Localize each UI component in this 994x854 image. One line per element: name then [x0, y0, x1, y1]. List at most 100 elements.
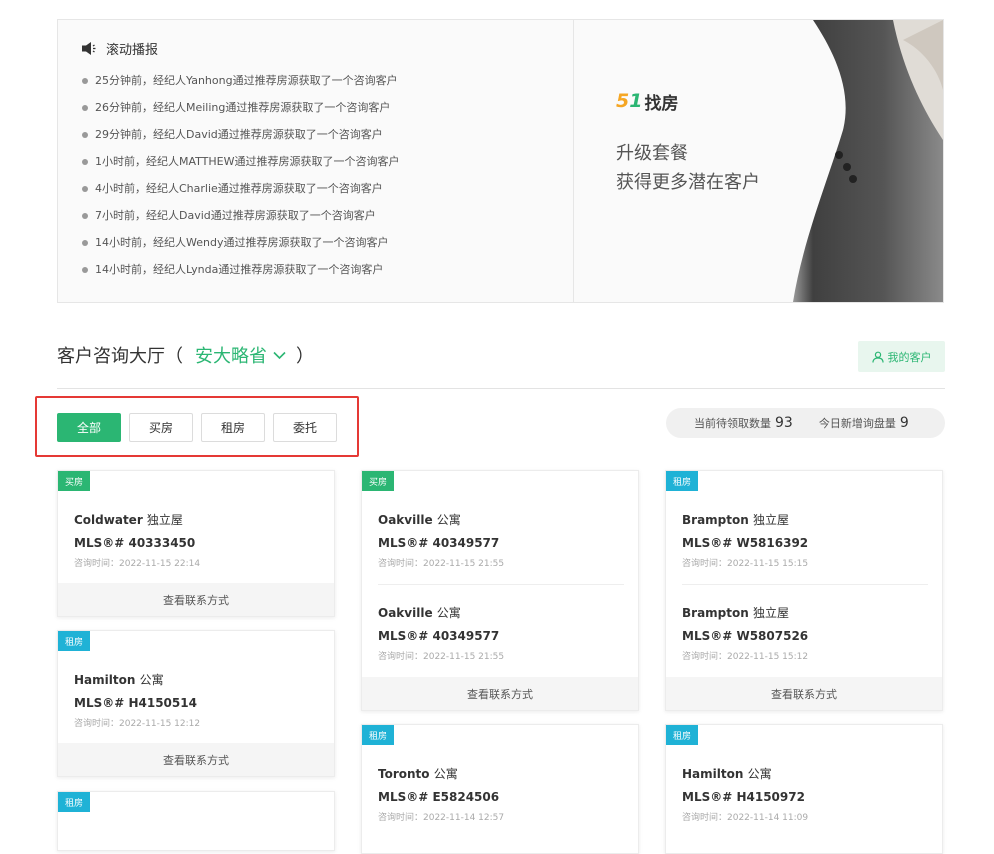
speaker-icon: [82, 41, 96, 55]
broadcast-title: 滚动播报: [106, 42, 159, 58]
inquiry-time: 咨询时间：2022-11-15 15:15: [682, 559, 809, 569]
broadcast-text: 25分钟前，经纪人Yanhong通过推荐房源获取了一个咨询客户: [95, 73, 398, 87]
broadcast-text: 7小时前，经纪人David通过推荐房源获取了一个咨询客户: [95, 209, 376, 223]
city: Hamilton: [682, 767, 744, 781]
mls-number: MLS®# E5824506: [378, 790, 500, 804]
property-type: 公寓: [436, 513, 461, 527]
inquiry-time: 咨询时间：2022-11-15 22:14: [74, 559, 201, 569]
logo-digit-5: 5: [616, 90, 630, 112]
broadcast-panel: 滚动播报 25分钟前，经纪人Yanhong通过推荐房源获取了一个咨询客户 26分…: [58, 20, 574, 302]
divider: [57, 388, 945, 389]
list-item: 29分钟前，经纪人David通过推荐房源获取了一个咨询客户: [82, 121, 400, 148]
inquiry-time: 咨询时间：2022-11-15 21:55: [378, 652, 505, 662]
card-tag: 买房: [58, 471, 91, 491]
city: Toronto: [378, 767, 430, 781]
inquiry-time: 咨询时间：2022-11-15 21:55: [378, 559, 505, 569]
filter-tab-all[interactable]: 全部: [57, 413, 121, 442]
property-location: Hamilton 公寓: [74, 671, 200, 688]
bullet-dot-icon: [82, 77, 88, 84]
card-entry: Brampton 独立屋 MLS®# W5816392 咨询时间：2022-11…: [682, 511, 808, 569]
my-customers-label: 我的客户: [887, 350, 932, 364]
promo-line-2: 获得更多潜在客户: [616, 172, 760, 193]
bullet-dot-icon: [82, 213, 88, 220]
card-tag: 买房: [362, 471, 395, 491]
paren-right: ）: [296, 346, 314, 367]
view-contact-button[interactable]: 查看联系方式: [666, 677, 942, 710]
hall-title-text: 客户咨询大厅: [57, 346, 165, 367]
property-type: 公寓: [436, 606, 461, 620]
city: Brampton: [682, 513, 749, 527]
city: Oakville: [378, 606, 433, 620]
mls-number: MLS®# 40349577: [378, 536, 500, 550]
property-type: 公寓: [433, 767, 458, 781]
bullet-dot-icon: [82, 240, 88, 247]
list-item: 14小时前，经纪人Wendy通过推荐房源获取了一个咨询客户: [82, 230, 400, 257]
broadcast-text: 14小时前，经纪人Wendy通过推荐房源获取了一个咨询客户: [95, 236, 389, 250]
property-location: Oakville 公寓: [378, 604, 504, 621]
promo-line-1: 升级套餐: [616, 143, 688, 164]
broadcast-text: 14小时前，经纪人Lynda通过推荐房源获取了一个咨询客户: [95, 263, 384, 277]
my-customers-button[interactable]: 我的客户: [858, 341, 945, 372]
brand-logo: 5 1 找房: [616, 90, 679, 114]
region-selector[interactable]: 安大略省: [195, 342, 286, 368]
inquiry-card: 买房 Coldwater 独立屋 MLS®# 40333450 咨询时间：202…: [57, 470, 335, 617]
page-title: 客户咨询大厅 （ 安大略省 ）: [57, 342, 314, 368]
broadcast-header: 滚动播报: [82, 39, 159, 58]
card-entry: Hamilton 公寓 MLS®# H4150514 咨询时间：2022-11-…: [74, 671, 200, 729]
view-contact-button[interactable]: 查看联系方式: [362, 677, 638, 710]
card-entry: Toronto 公寓 MLS®# E5824506 咨询时间：2022-11-1…: [378, 765, 504, 823]
property-type: 公寓: [747, 767, 772, 781]
handshake-businessman-image: [773, 20, 943, 302]
property-location: Coldwater 独立屋: [74, 511, 200, 528]
inquiry-time: 咨询时间：2022-11-15 12:12: [74, 719, 201, 729]
inquiry-card: 租房 Brampton 独立屋 MLS®# W5816392 咨询时间：2022…: [665, 470, 943, 711]
property-location: Brampton 独立屋: [682, 604, 808, 621]
list-item: 25分钟前，经纪人Yanhong通过推荐房源获取了一个咨询客户: [82, 67, 400, 94]
card-tag: 租房: [666, 725, 699, 745]
region-label: 安大略省: [195, 346, 267, 367]
inquiry-card: 租房 Hamilton 公寓 MLS®# H4150514 咨询时间：2022-…: [57, 630, 335, 777]
logo-text: 找房: [644, 93, 679, 114]
view-contact-button[interactable]: 查看联系方式: [58, 583, 334, 616]
card-tag: 租房: [666, 471, 699, 491]
pending-value: 93: [775, 415, 793, 431]
property-type: 独立屋: [146, 513, 183, 527]
list-item: 26分钟前，经纪人Meiling通过推荐房源获取了一个咨询客户: [82, 94, 400, 121]
upgrade-promo[interactable]: 5 1 找房 升级套餐 获得更多潜在客户: [574, 20, 943, 302]
card-tag: 租房: [58, 631, 91, 651]
card-entry: Oakville 公寓 MLS®# 40349577 咨询时间：2022-11-…: [378, 511, 504, 569]
property-location: Toronto 公寓: [378, 765, 504, 782]
pending-count: 当前待领取数量 93: [694, 415, 793, 431]
today-label: 今日新增询盘量: [818, 417, 896, 430]
chevron-down-icon: [273, 351, 286, 359]
inquiry-card: 买房 Oakville 公寓 MLS®# 40349577 咨询时间：2022-…: [361, 470, 639, 711]
mls-number: MLS®# W5816392: [682, 536, 809, 550]
filter-tab-buy[interactable]: 买房: [129, 413, 193, 442]
inquiry-card: 租房: [57, 791, 335, 851]
mls-number: MLS®# H4150514: [74, 696, 197, 710]
today-count: 今日新增询盘量 9: [819, 415, 909, 431]
filter-tab-consign[interactable]: 委托: [273, 413, 337, 442]
bullet-dot-icon: [82, 104, 88, 111]
card-entry: Coldwater 独立屋 MLS®# 40333450 咨询时间：2022-1…: [74, 511, 200, 569]
mls-number: MLS®# 40349577: [378, 629, 500, 643]
property-type: 独立屋: [752, 606, 789, 620]
property-location: Hamilton 公寓: [682, 765, 808, 782]
property-type: 公寓: [139, 673, 164, 687]
card-entry: Brampton 独立屋 MLS®# W5807526 咨询时间：2022-11…: [682, 604, 808, 662]
view-contact-button[interactable]: 查看联系方式: [58, 743, 334, 776]
inquiry-time: 咨询时间：2022-11-14 12:57: [378, 813, 505, 823]
pending-label: 当前待领取数量: [694, 417, 771, 430]
broadcast-list: 25分钟前，经纪人Yanhong通过推荐房源获取了一个咨询客户 26分钟前，经纪…: [82, 67, 400, 284]
property-location: Oakville 公寓: [378, 511, 504, 528]
inquiry-card: 租房 Hamilton 公寓 MLS®# H4150972 咨询时间：2022-…: [665, 724, 943, 854]
card-entry: Oakville 公寓 MLS®# 40349577 咨询时间：2022-11-…: [378, 604, 504, 662]
broadcast-banner: 滚动播报 25分钟前，经纪人Yanhong通过推荐房源获取了一个咨询客户 26分…: [57, 19, 944, 303]
inquiry-time: 咨询时间：2022-11-14 11:09: [682, 813, 809, 823]
filter-tab-rent[interactable]: 租房: [201, 413, 265, 442]
list-item: 4小时前，经纪人Charlie通过推荐房源获取了一个咨询客户: [82, 175, 400, 202]
logo-digit-1: 1: [629, 90, 643, 112]
entry-divider: [378, 584, 624, 585]
list-item: 1小时前，经纪人MATTHEW通过推荐房源获取了一个咨询客户: [82, 148, 400, 175]
bullet-dot-icon: [82, 131, 88, 138]
